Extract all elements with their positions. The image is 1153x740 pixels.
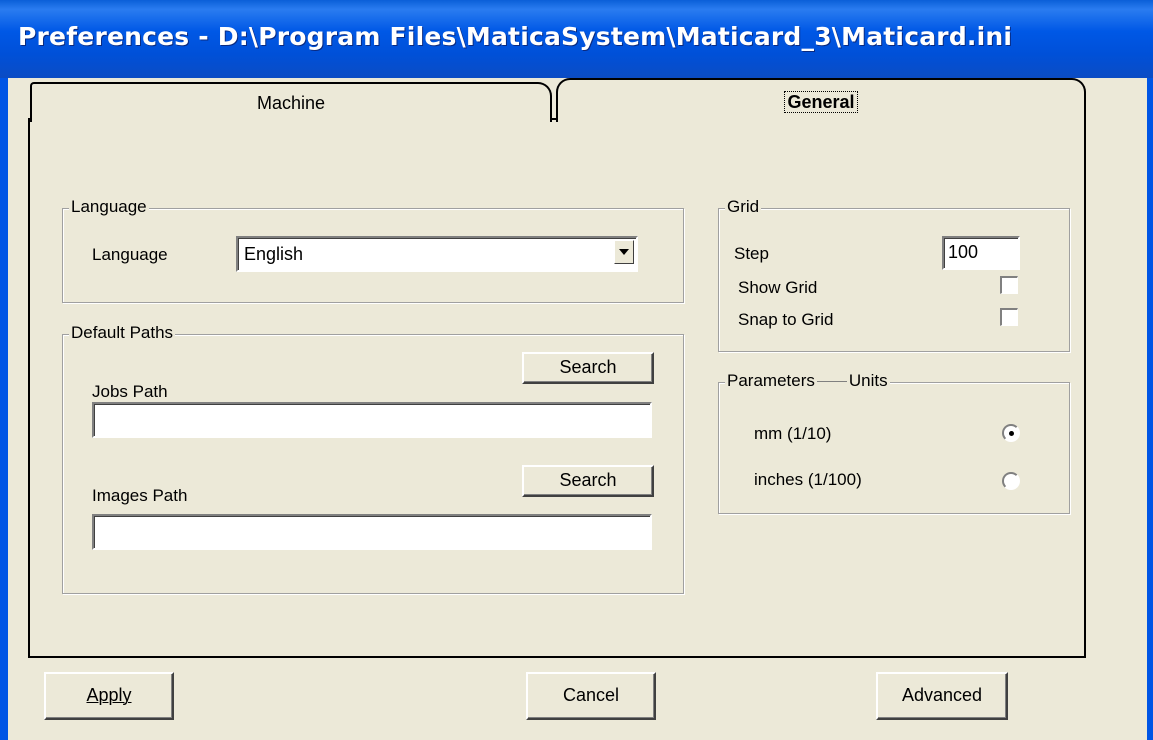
- advanced-button[interactable]: Advanced: [876, 672, 1008, 720]
- units-group: Parameters Units: [718, 371, 1070, 514]
- tab-machine-label: Machine: [256, 93, 326, 113]
- unit-option-label-mm: mm (1/10): [754, 424, 832, 443]
- language-dropdown-button[interactable]: [614, 240, 634, 264]
- show-grid-label: Show Grid: [738, 278, 818, 297]
- title-bar[interactable]: Preferences - D:\Program Files\MaticaSys…: [0, 0, 1153, 78]
- radio-selected-dot: [1009, 431, 1014, 436]
- tab-general[interactable]: General: [556, 78, 1086, 122]
- images-path-field[interactable]: [92, 514, 652, 550]
- apply-button-label: Apply: [86, 685, 132, 705]
- jobs-path-label: Jobs Path: [92, 382, 168, 401]
- jobs-search-button[interactable]: Search: [522, 352, 654, 384]
- language-group-caption: Language: [69, 197, 149, 217]
- step-value: 100: [948, 242, 979, 262]
- tab-general-label: General: [784, 91, 858, 113]
- step-label: Step: [734, 244, 769, 263]
- chevron-down-icon: [619, 249, 629, 255]
- unit-option-label-inches: inches (1/100): [754, 470, 862, 489]
- window-border-right: [1147, 78, 1153, 740]
- images-path-label: Images Path: [92, 486, 188, 505]
- show-grid-checkbox[interactable]: [1000, 276, 1018, 294]
- default-paths-caption: Default Paths: [69, 323, 176, 343]
- unit-radio-inches[interactable]: [1002, 472, 1020, 490]
- window-title: Preferences - D:\Program Files\MaticaSys…: [18, 22, 1013, 51]
- caption-separator: [816, 380, 847, 382]
- language-selected-value: English: [244, 244, 304, 264]
- images-search-button[interactable]: Search: [522, 465, 654, 497]
- snap-to-grid-label: Snap to Grid: [738, 310, 834, 329]
- window-border-left: [0, 78, 8, 740]
- jobs-path-field[interactable]: [92, 402, 652, 438]
- language-combobox[interactable]: English: [236, 236, 638, 272]
- tab-machine[interactable]: Machine: [30, 82, 552, 122]
- grid-caption: Grid: [725, 197, 762, 217]
- units-caption-parameters: Parameters: [727, 371, 815, 390]
- step-input[interactable]: 100: [942, 236, 1020, 270]
- apply-button[interactable]: Apply: [44, 672, 174, 720]
- unit-radio-mm[interactable]: [1002, 424, 1020, 442]
- snap-to-grid-checkbox[interactable]: [1000, 308, 1018, 326]
- units-caption-units: Units: [848, 371, 888, 390]
- cancel-button[interactable]: Cancel: [526, 672, 656, 720]
- language-label: Language: [92, 245, 168, 264]
